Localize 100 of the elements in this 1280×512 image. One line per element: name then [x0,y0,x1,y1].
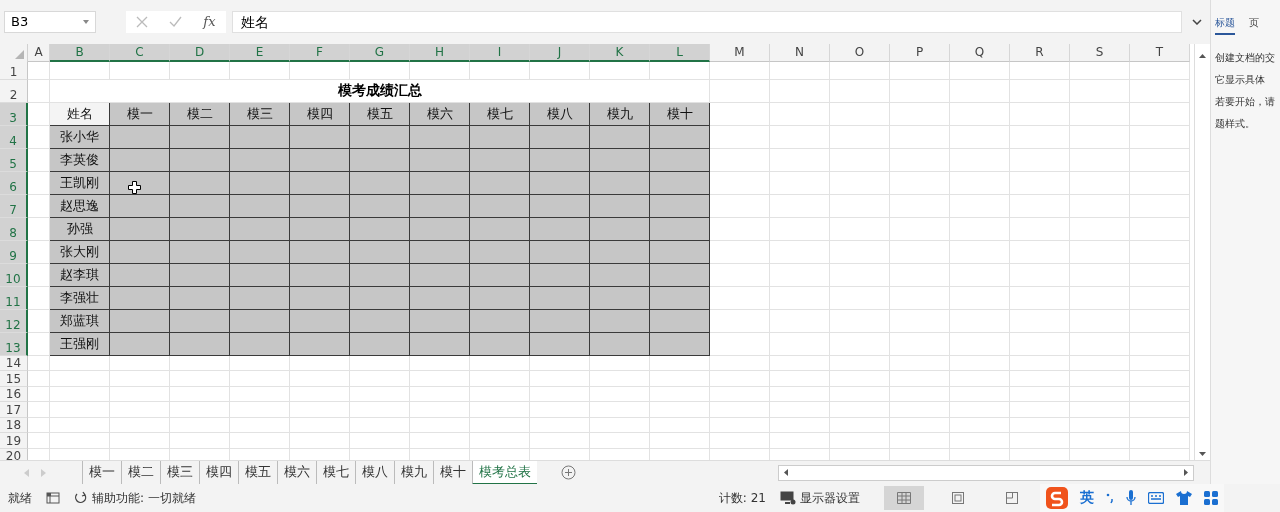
spreadsheet-cell[interactable] [890,171,950,195]
spreadsheet-cell[interactable] [830,355,890,372]
spreadsheet-cell[interactable] [1010,309,1070,333]
spreadsheet-cell[interactable] [710,386,770,403]
spreadsheet-cell[interactable] [410,355,470,372]
shirt-icon[interactable] [1176,491,1192,505]
column-header[interactable]: E [230,43,290,62]
column-header[interactable]: C [110,43,170,62]
spreadsheet-cell[interactable] [1130,286,1190,310]
spreadsheet-cell[interactable] [350,433,410,449]
punctuation-icon[interactable] [1106,492,1114,504]
spreadsheet-cell[interactable] [710,171,770,195]
spreadsheet-cell[interactable] [710,263,770,287]
spreadsheet-cell[interactable] [28,355,50,372]
name-box[interactable]: B3 [4,10,96,33]
display-settings-button[interactable]: 显示器设置 [780,489,860,507]
pane-tab[interactable]: 标题 [1215,16,1235,35]
spreadsheet-cell[interactable] [770,171,830,195]
spreadsheet-cell[interactable] [1010,102,1070,126]
spreadsheet-cell[interactable] [1130,417,1190,434]
spreadsheet-cell[interactable] [770,263,830,287]
spreadsheet-cell[interactable] [950,286,1010,310]
spreadsheet-cell[interactable] [1010,263,1070,287]
spreadsheet-cell[interactable] [710,332,770,356]
spreadsheet-cell[interactable] [410,386,470,403]
spreadsheet-cell[interactable] [770,79,830,103]
spreadsheet-cell[interactable] [410,371,470,387]
spreadsheet-cell[interactable] [590,386,650,403]
spreadsheet-cell[interactable] [28,386,50,403]
spreadsheet-cell[interactable] [890,194,950,218]
spreadsheet-cell[interactable] [950,79,1010,103]
spreadsheet-cell[interactable] [1130,171,1190,195]
spreadsheet-cell[interactable] [1070,402,1130,418]
spreadsheet-cell[interactable] [650,355,710,372]
spreadsheet-cell[interactable] [50,371,110,387]
spreadsheet-cell[interactable] [530,433,590,449]
row-header[interactable]: 2 [0,79,28,103]
enter-icon[interactable] [169,15,183,28]
row-header[interactable]: 8 [0,217,28,241]
spreadsheet-cell[interactable] [950,217,1010,241]
spreadsheet-cell[interactable] [350,417,410,434]
spreadsheet-cell[interactable] [830,102,890,126]
spreadsheet-cell[interactable] [1070,386,1130,403]
spreadsheet-cell[interactable] [890,217,950,241]
spreadsheet-cell[interactable] [890,402,950,418]
column-header[interactable]: D [170,43,230,62]
spreadsheet-cell[interactable] [950,194,1010,218]
spreadsheet-cell[interactable] [770,194,830,218]
spreadsheet-cell[interactable] [170,61,230,80]
keyboard-icon[interactable] [1148,492,1164,504]
spreadsheet-cell[interactable] [590,402,650,418]
spreadsheet-cell[interactable] [770,240,830,264]
column-header[interactable]: Q [950,43,1010,62]
spreadsheet-cell[interactable] [950,102,1010,126]
row-header[interactable]: 17 [0,402,28,418]
spreadsheet-cell[interactable] [890,79,950,103]
grid-icon[interactable] [1204,491,1218,505]
spreadsheet-cell[interactable] [830,61,890,80]
spreadsheet-cell[interactable] [50,433,110,449]
spreadsheet-cell[interactable] [950,240,1010,264]
spreadsheet-cell[interactable] [110,386,170,403]
down-arrow-icon[interactable] [1199,452,1206,456]
spreadsheet-cell[interactable] [1010,194,1070,218]
add-sheet-icon[interactable] [561,465,576,480]
spreadsheet-cell[interactable] [110,355,170,372]
spreadsheet-cell[interactable] [470,61,530,80]
spreadsheet-cell[interactable] [1010,79,1070,103]
spreadsheet-cell[interactable] [830,402,890,418]
spreadsheet-cell[interactable] [1130,194,1190,218]
row-header[interactable]: 7 [0,194,28,218]
spreadsheet-cell[interactable] [890,355,950,372]
spreadsheet-cell[interactable] [890,433,950,449]
spreadsheet-cell[interactable] [650,61,710,80]
spreadsheet-cell[interactable] [890,61,950,80]
spreadsheet-cell[interactable] [830,371,890,387]
spreadsheet-cell[interactable] [1070,371,1130,387]
spreadsheet-cell[interactable] [710,286,770,310]
spreadsheet-cell[interactable] [530,355,590,372]
spreadsheet-cell[interactable] [770,309,830,333]
spreadsheet-cell[interactable] [350,61,410,80]
spreadsheet-cell[interactable] [1130,402,1190,418]
spreadsheet-cell[interactable] [110,61,170,80]
column-header[interactable]: S [1070,43,1130,62]
spreadsheet-cell[interactable] [590,61,650,80]
spreadsheet-cell[interactable] [290,417,350,434]
spreadsheet-cell[interactable] [110,433,170,449]
spreadsheet-cell[interactable] [530,417,590,434]
spreadsheet-cell[interactable] [170,371,230,387]
spreadsheet-cell[interactable] [28,61,50,80]
spreadsheet-cell[interactable] [1070,217,1130,241]
spreadsheet-cell[interactable] [170,355,230,372]
spreadsheet-cell[interactable] [470,402,530,418]
spreadsheet-cell[interactable] [230,386,290,403]
row-header[interactable]: 15 [0,371,28,387]
spreadsheet-cell[interactable] [770,61,830,80]
row-header[interactable]: 6 [0,171,28,195]
spreadsheet-cell[interactable] [1070,240,1130,264]
spreadsheet-cell[interactable] [710,148,770,172]
spreadsheet-cell[interactable] [28,402,50,418]
spreadsheet-cell[interactable] [50,417,110,434]
